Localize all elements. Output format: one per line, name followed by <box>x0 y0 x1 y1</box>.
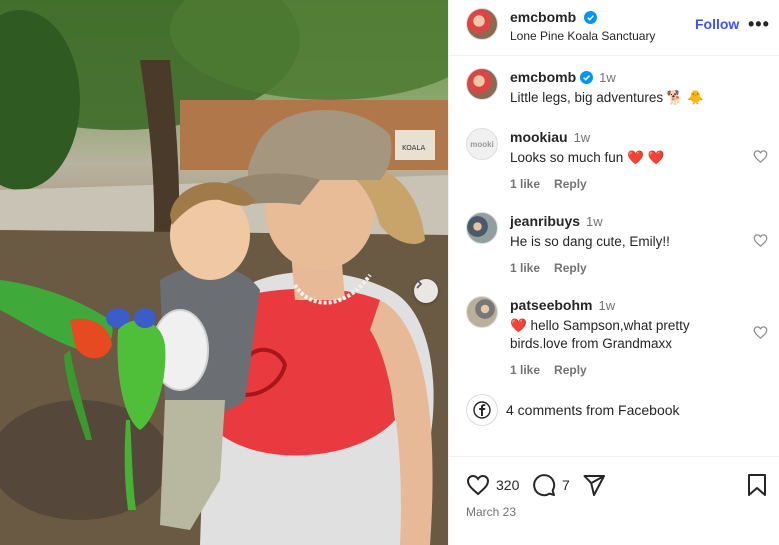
follow-button[interactable]: Follow <box>695 16 739 32</box>
comment-time: 1w <box>573 130 591 145</box>
facebook-comments-link[interactable]: 4 comments from Facebook <box>506 402 680 418</box>
comment-likes[interactable]: 1 like <box>510 261 540 275</box>
comments-count: 7 <box>562 477 570 493</box>
photo-scene: KOALA <box>0 0 448 545</box>
like-comment-heart-icon[interactable] <box>753 233 768 248</box>
likes-count[interactable]: 320 <box>496 477 519 493</box>
comment-username[interactable]: jeanribuys <box>510 213 580 229</box>
facebook-logo-icon <box>473 401 491 419</box>
comment-text: He is so dang cute, Emily!! <box>510 234 670 249</box>
caption-text: Little legs, big adventures 🐕 🐥 <box>510 90 705 105</box>
bookmark-icon[interactable] <box>746 473 768 497</box>
post-side-panel: emcbomb Lone Pine Koala Sanctuary Follow… <box>448 0 779 545</box>
comment-time: 1w <box>586 214 603 229</box>
share-paper-plane-icon[interactable] <box>582 473 606 497</box>
caption-time[interactable]: 1w <box>599 70 616 85</box>
comment-body: jeanribuys 1w He is so dang cute, Emily!!… <box>510 212 740 277</box>
reply-button[interactable]: Reply <box>554 261 587 275</box>
comment-username[interactable]: mookiau <box>510 129 568 145</box>
author-info: emcbomb Lone Pine Koala Sanctuary <box>510 9 655 43</box>
comment-username[interactable]: patseebohm <box>510 297 592 313</box>
commenter-avatar[interactable]: mooki <box>466 128 498 160</box>
heart-icon[interactable] <box>466 473 490 497</box>
reply-button[interactable]: Reply <box>554 177 587 191</box>
comment-text: Looks so much fun ❤️ ❤️ <box>510 150 665 165</box>
caption-avatar[interactable] <box>466 68 498 100</box>
comment-text: ❤️ hello Sampson,what pretty birds.love … <box>510 318 690 351</box>
comment-meta: 1 like Reply <box>510 175 740 193</box>
comment-likes[interactable]: 1 like <box>510 363 540 377</box>
comment-meta: 1 like Reply <box>510 361 740 379</box>
like-comment-heart-icon[interactable] <box>753 149 768 164</box>
author-avatar[interactable] <box>466 8 498 40</box>
sign-text: KOALA <box>402 144 425 152</box>
like-comment-heart-icon[interactable] <box>753 325 768 340</box>
comment-body: patseebohm 1w ❤️ hello Sampson,what prett… <box>510 296 740 379</box>
save-action[interactable] <box>746 473 768 497</box>
caption-body: emcbomb 1w Little legs, big adventures 🐕 … <box>510 68 740 107</box>
share-action[interactable] <box>582 473 606 497</box>
post-header: emcbomb Lone Pine Koala Sanctuary Follow… <box>449 0 779 56</box>
avatar-label: mooki <box>470 139 494 149</box>
verified-badge-icon <box>584 11 598 24</box>
caption-username[interactable]: emcbomb <box>510 69 576 85</box>
location-link[interactable]: Lone Pine Koala Sanctuary <box>510 29 655 43</box>
verified-badge-icon <box>580 71 594 84</box>
carousel-next-button[interactable] <box>414 279 438 303</box>
post-photo[interactable]: KOALA <box>0 0 448 545</box>
author-username[interactable]: emcbomb <box>510 9 576 25</box>
comment-likes[interactable]: 1 like <box>510 177 540 191</box>
commenter-avatar[interactable] <box>466 296 498 328</box>
comment-bubble-icon[interactable] <box>532 473 556 497</box>
more-options-icon[interactable]: ••• <box>748 14 770 35</box>
reply-button[interactable]: Reply <box>554 363 587 377</box>
like-action[interactable]: 320 <box>466 473 519 497</box>
action-bar: 320 7 March 23 <box>449 456 779 545</box>
post-date[interactable]: March 23 <box>466 505 516 519</box>
facebook-icon <box>466 394 498 426</box>
comment-time: 1w <box>598 298 616 313</box>
comment-meta: 1 like Reply <box>510 259 740 277</box>
facebook-comments-row[interactable]: 4 comments from Facebook <box>466 394 680 426</box>
commenter-avatar[interactable] <box>466 212 498 244</box>
comment-body: mookiau 1w Looks so much fun ❤️ ❤️ 1 like… <box>510 128 740 193</box>
comment-action[interactable]: 7 <box>532 473 570 497</box>
chevron-right-icon <box>416 279 423 289</box>
